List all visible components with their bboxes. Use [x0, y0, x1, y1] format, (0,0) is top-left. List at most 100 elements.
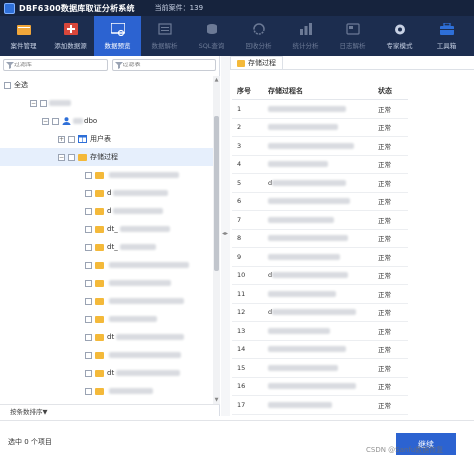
- node-checkbox[interactable]: [85, 279, 92, 287]
- node-checkbox[interactable]: [52, 117, 59, 125]
- node-checkbox[interactable]: [85, 243, 92, 251]
- toolbar-expert-mode[interactable]: 专家模式: [376, 16, 423, 56]
- tree-proc-item[interactable]: dt_: [0, 220, 213, 238]
- filter-database-input[interactable]: [14, 62, 107, 68]
- cell-status: 正常: [378, 290, 391, 299]
- toolbar-statistics[interactable]: 统计分析: [282, 16, 329, 56]
- expand-toggle[interactable]: −: [30, 99, 37, 107]
- cell-status: 正常: [378, 346, 391, 355]
- redacted-proc-name: [272, 309, 357, 316]
- cell-no: 12: [237, 308, 246, 317]
- node-checkbox[interactable]: [40, 99, 47, 107]
- table-row[interactable]: 5 d 正常: [232, 174, 408, 193]
- cell-no: 15: [237, 363, 246, 372]
- node-checkbox[interactable]: [85, 171, 92, 179]
- column-header-name[interactable]: 存储过程名: [268, 86, 378, 96]
- tree-proc-item[interactable]: [0, 166, 213, 184]
- table-row[interactable]: 7 正常: [232, 211, 408, 230]
- cell-name: d: [268, 271, 378, 279]
- scrollbar-thumb[interactable]: [214, 116, 219, 271]
- node-checkbox[interactable]: [85, 207, 92, 215]
- node-checkbox[interactable]: [68, 153, 75, 161]
- scroll-down-arrow-icon[interactable]: ▼: [214, 397, 219, 403]
- tree-node-schema[interactable]: − dbo: [0, 112, 213, 130]
- node-checkbox[interactable]: [85, 369, 92, 377]
- expand-toggle[interactable]: −: [42, 117, 49, 125]
- tree-proc-item[interactable]: [0, 256, 213, 274]
- tree-proc-item[interactable]: [0, 274, 213, 292]
- node-checkbox[interactable]: [85, 351, 92, 359]
- add-datasource-icon: [63, 22, 79, 36]
- column-header-status[interactable]: 状态: [378, 86, 408, 96]
- cell-status: 正常: [378, 179, 391, 188]
- sort-by-count-button[interactable]: 按条数排序▼: [0, 404, 220, 416]
- table-row[interactable]: 14 正常: [232, 341, 408, 359]
- table-row[interactable]: 16 正常: [232, 378, 408, 396]
- table-row[interactable]: 12 d 正常: [232, 304, 408, 322]
- table-row[interactable]: 11 正常: [232, 285, 408, 304]
- select-all-checkbox[interactable]: [4, 81, 11, 89]
- filter-table-input[interactable]: [122, 62, 215, 68]
- folder-icon: [95, 225, 104, 233]
- cell-name: [268, 198, 378, 205]
- toolbar-log-parse[interactable]: 日志解析: [329, 16, 376, 56]
- table-row[interactable]: 2 正常: [232, 119, 408, 137]
- table-row[interactable]: 13 正常: [232, 322, 408, 341]
- filter-icon: [6, 61, 14, 69]
- tree-scrollbar[interactable]: ▲ ▼: [213, 76, 220, 404]
- table-row[interactable]: 10 d 正常: [232, 267, 408, 285]
- toolbar-data-preview[interactable]: 数据预览: [94, 16, 141, 56]
- tree-proc-item[interactable]: d: [0, 184, 213, 202]
- tree-select-all[interactable]: 全选: [0, 76, 213, 94]
- node-checkbox[interactable]: [85, 261, 92, 269]
- cell-status: 正常: [378, 253, 391, 262]
- node-checkbox[interactable]: [85, 315, 92, 323]
- tree-node-user-tables[interactable]: + 用户表: [0, 130, 213, 148]
- toolbar-add-datasource[interactable]: 添加数据源: [47, 16, 94, 56]
- node-checkbox[interactable]: [68, 135, 75, 143]
- toolbar-recycle-analysis[interactable]: 回收分析: [235, 16, 282, 56]
- table-row[interactable]: 9 正常: [232, 248, 408, 267]
- tree-proc-item[interactable]: dt_: [0, 238, 213, 256]
- tree-proc-item[interactable]: [0, 382, 213, 400]
- node-checkbox[interactable]: [85, 297, 92, 305]
- table-body: 1 正常 2 正常 3 正常 4 正常 5 d 正常 6 正常 7 正常 8 正常 9 正常 10 d 正常 11 正常 12 d…: [232, 100, 408, 415]
- tree-proc-item[interactable]: dt: [0, 328, 213, 346]
- tree-proc-item[interactable]: [0, 310, 213, 328]
- tree-proc-item[interactable]: d: [0, 202, 213, 220]
- table-row[interactable]: 4 正常: [232, 156, 408, 174]
- folder-icon: [95, 207, 104, 215]
- table-row[interactable]: 1 正常: [232, 100, 408, 119]
- toolbar-case-management[interactable]: 案件管理: [0, 16, 47, 56]
- table-row[interactable]: 17 正常: [232, 396, 408, 415]
- table-row[interactable]: 8 正常: [232, 230, 408, 248]
- table-row[interactable]: 15 正常: [232, 359, 408, 378]
- redacted-proc-name: [116, 334, 185, 340]
- tree-proc-item[interactable]: [0, 346, 213, 364]
- toolbar-data-parse[interactable]: 数据解析: [141, 16, 188, 56]
- tree-node-stored-procedures[interactable]: − 存储过程: [0, 148, 213, 166]
- expand-toggle[interactable]: +: [58, 135, 65, 143]
- tree-node-database[interactable]: −: [0, 94, 213, 112]
- table-row[interactable]: 3 正常: [232, 137, 408, 156]
- toolbar-sql-query[interactable]: SQL查询: [188, 16, 235, 56]
- watermark-text: CSDN @Sanfu数据恢复: [366, 446, 444, 454]
- column-header-no[interactable]: 序号: [232, 86, 268, 96]
- cell-status: 正常: [378, 309, 391, 318]
- redacted-proc-name: [268, 327, 330, 334]
- node-checkbox[interactable]: [85, 189, 92, 197]
- scroll-up-arrow-icon[interactable]: ▲: [214, 77, 219, 83]
- node-checkbox[interactable]: [85, 225, 92, 233]
- cell-status: 正常: [378, 401, 391, 410]
- tree-proc-item[interactable]: dt: [0, 364, 213, 382]
- node-checkbox[interactable]: [85, 333, 92, 341]
- toolbar-toolbox[interactable]: 工具箱: [423, 16, 470, 56]
- node-checkbox[interactable]: [85, 387, 92, 395]
- panel-splitter[interactable]: ◂▸: [221, 56, 230, 416]
- cell-no: 8: [237, 234, 242, 243]
- tree-proc-item[interactable]: [0, 292, 213, 310]
- tab-stored-procedures[interactable]: 存储过程: [230, 56, 283, 69]
- expand-toggle[interactable]: −: [58, 153, 65, 161]
- procedure-table: 序号 存储过程名 状态 1 正常 2 正常 3 正常 4 正常 5 d 正常 6 正常 7 正常 8 正常 9 正常…: [232, 82, 408, 415]
- table-row[interactable]: 6 正常: [232, 193, 408, 211]
